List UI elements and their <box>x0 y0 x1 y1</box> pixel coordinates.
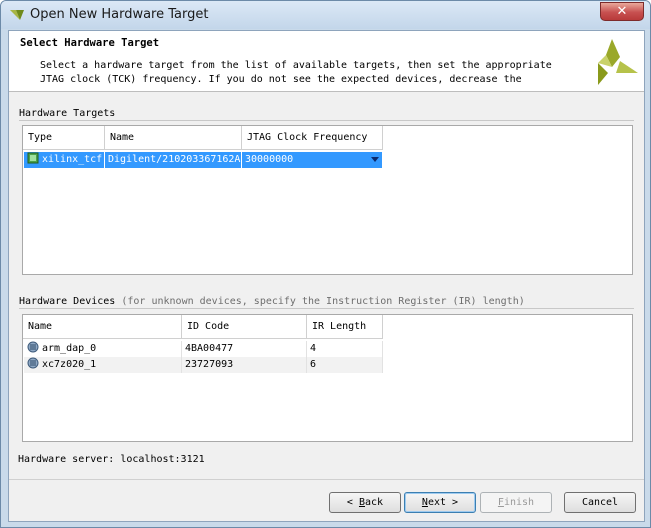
hardware-devices-title: Hardware Devices <box>19 296 116 307</box>
column-ir-length[interactable]: IR Length <box>307 315 383 339</box>
back-button[interactable]: < Back <box>329 492 401 513</box>
device-id-code: 4BA00477 <box>182 341 307 357</box>
column-type[interactable]: Type <box>23 126 105 150</box>
back-arrow: < <box>346 497 359 508</box>
jtag-frequency-select[interactable]: 30000000 <box>242 152 383 168</box>
targets-separator <box>19 120 634 121</box>
window-title: Open New Hardware Target <box>30 7 209 22</box>
target-name-cell[interactable]: Digilent/210203367162A <box>105 152 242 168</box>
hardware-server-status: Hardware server: localhost:3121 <box>18 454 205 465</box>
column-name[interactable]: Name <box>105 126 242 150</box>
target-type: xilinx_tcf <box>42 154 103 165</box>
next-label: ext <box>427 497 447 508</box>
wizard-header: Select Hardware Target Select a hardware… <box>9 31 644 92</box>
next-button[interactable]: Next > <box>404 492 476 513</box>
device-name: xc7z020_1 <box>42 359 97 370</box>
target-type-cell[interactable]: xilinx_tcf <box>24 152 105 168</box>
next-arrow: > <box>446 497 459 508</box>
cancel-button[interactable]: Cancel <box>564 492 636 513</box>
xilinx-logo-icon <box>598 39 638 85</box>
device-row[interactable]: xc7z020_1 23727093 6 <box>24 357 383 373</box>
target-chip-icon <box>27 152 39 164</box>
hardware-devices-label: Hardware Devices (for unknown devices, s… <box>19 296 525 307</box>
devices-table-header: Name ID Code IR Length <box>23 315 383 339</box>
hardware-devices-table: Name ID Code IR Length arm_dap_0 4BA0047… <box>22 314 633 442</box>
hardware-targets-label: Hardware Targets <box>19 108 116 119</box>
page-title: Select Hardware Target <box>20 37 160 49</box>
vivado-app-icon <box>10 10 24 20</box>
jtag-frequency-value: 30000000 <box>245 154 294 165</box>
finish-label: inish <box>503 497 535 508</box>
close-icon: ✕ <box>616 4 628 19</box>
page-description: Select a hardware target from the list o… <box>40 60 552 85</box>
devices-separator <box>19 308 634 309</box>
column-id-code[interactable]: ID Code <box>182 315 307 339</box>
targets-table-header: Type Name JTAG Clock Frequency <box>23 126 383 150</box>
dialog-client: Select Hardware Target Select a hardware… <box>8 30 645 522</box>
device-id-code: 23727093 <box>182 357 307 373</box>
title-bar[interactable]: Open New Hardware Target ✕ <box>1 1 650 29</box>
column-device-name[interactable]: Name <box>23 315 182 339</box>
hardware-devices-hint: (for unknown devices, specify the Instru… <box>121 296 525 307</box>
finish-button[interactable]: Finish <box>480 492 552 513</box>
device-icon <box>27 357 39 369</box>
device-row[interactable]: arm_dap_0 4BA00477 4 <box>24 341 383 357</box>
device-ir-length[interactable]: 4 <box>307 341 383 357</box>
device-icon <box>27 341 39 353</box>
close-button[interactable]: ✕ <box>600 2 644 21</box>
chevron-down-icon[interactable] <box>371 157 379 162</box>
device-name-cell[interactable]: xc7z020_1 <box>24 357 182 373</box>
column-jtag-frequency[interactable]: JTAG Clock Frequency <box>242 126 383 150</box>
target-row[interactable]: xilinx_tcf Digilent/210203367162A 300000… <box>24 152 383 168</box>
dialog-window: Open New Hardware Target ✕ Select Hardwa… <box>0 0 651 528</box>
footer-separator <box>9 479 644 480</box>
device-name: arm_dap_0 <box>42 343 97 354</box>
back-label: ack <box>365 497 384 508</box>
device-name-cell[interactable]: arm_dap_0 <box>24 341 182 357</box>
device-ir-length[interactable]: 6 <box>307 357 383 373</box>
hardware-targets-table: Type Name JTAG Clock Frequency xilinx_tc… <box>22 125 633 275</box>
